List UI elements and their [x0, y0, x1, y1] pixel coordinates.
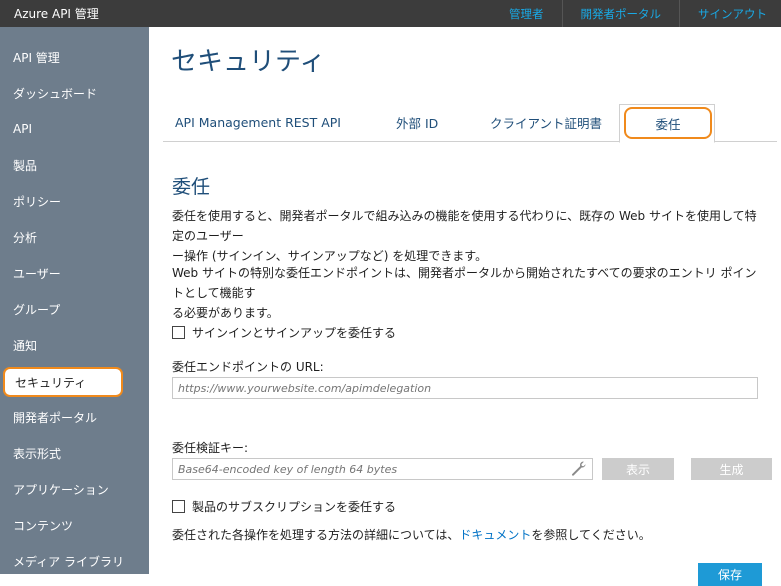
sidebar-item-applications[interactable]: アプリケーション — [0, 471, 149, 507]
main-content: セキュリティ API Management REST API 外部 ID クライ… — [149, 27, 781, 586]
sidebar-item-content[interactable]: コンテンツ — [0, 507, 149, 543]
tab-external-id[interactable]: 外部 ID — [396, 104, 438, 141]
validation-key-input[interactable] — [172, 458, 593, 480]
top-link-divider — [679, 0, 680, 27]
description-1-line-1: 委任を使用すると、開発者ポータルで組み込みの機能を使用する代わりに、既存の We… — [172, 209, 757, 243]
endpoint-url-input[interactable] — [172, 377, 758, 399]
subscription-delegation-row: 製品のサブスクリプションを委任する — [172, 498, 396, 515]
footer-note: 委任された各操作を処理する方法の詳細については、ドキュメントを参照してください。 — [172, 526, 651, 543]
save-button[interactable]: 保存 — [698, 563, 762, 586]
tab-client-certificates[interactable]: クライアント証明書 — [490, 104, 602, 141]
sidebar-item-notifications[interactable]: 通知 — [0, 327, 149, 363]
sidebar-item-api-management[interactable]: API 管理 — [0, 39, 149, 75]
tab-rest-api[interactable]: API Management REST API — [175, 104, 341, 141]
sidebar-item-appearance[interactable]: 表示形式 — [0, 435, 149, 471]
sidebar-item-developer-portal[interactable]: 開発者ポータル — [0, 399, 149, 435]
sidebar-item-groups[interactable]: グループ — [0, 291, 149, 327]
description-2-line-1: Web サイトの特別な委任エンドポイントは、開発者ポータルから開始されたすべての… — [172, 266, 757, 300]
sidebar-item-products[interactable]: 製品 — [0, 147, 149, 183]
documentation-link[interactable]: ドキュメント — [459, 528, 531, 542]
sidebar-item-dashboard[interactable]: ダッシュボード — [0, 75, 149, 111]
page-title: セキュリティ — [171, 47, 326, 77]
sidebar-item-security[interactable]: セキュリティ — [3, 367, 123, 397]
subscription-delegation-checkbox[interactable] — [172, 500, 185, 513]
section-title: 委任 — [172, 176, 211, 198]
top-link-developer-portal[interactable]: 開発者ポータル — [581, 6, 662, 22]
sidebar-item-api[interactable]: API — [0, 111, 149, 147]
signin-delegation-checkbox[interactable] — [172, 326, 185, 339]
signin-delegation-row: サインインとサインアップを委任する — [172, 324, 396, 341]
wrench-icon — [572, 461, 586, 476]
top-link-divider — [561, 0, 563, 27]
subscription-delegation-label: 製品のサブスクリプションを委任する — [192, 500, 397, 514]
endpoint-url-label: 委任エンドポイントの URL: — [172, 360, 324, 374]
sidebar-item-policies[interactable]: ポリシー — [0, 183, 149, 219]
delegation-panel: 委任 委任を使用すると、開発者ポータルで組み込みの機能を使用する代わりに、既存の… — [163, 144, 777, 586]
top-link-admin[interactable]: 管理者 — [509, 6, 544, 22]
app-title: Azure API 管理 — [14, 7, 99, 21]
show-key-button[interactable]: 表示 — [602, 458, 674, 480]
tab-delegation-label: 委任 — [624, 107, 712, 139]
sidebar-item-users[interactable]: ユーザー — [0, 255, 149, 291]
tab-bar: API Management REST API 外部 ID クライアント証明書 … — [163, 104, 777, 143]
tab-delegation[interactable]: 委任 — [619, 104, 715, 143]
description-paragraph-2: Web サイトの特別な委任エンドポイントは、開発者ポータルから開始されたすべての… — [172, 263, 762, 323]
description-2-line-2: る必要があります。 — [172, 306, 279, 320]
top-links: 管理者 開発者ポータル サインアウト — [509, 0, 781, 27]
sidebar: API 管理 ダッシュボード API 製品 ポリシー 分析 ユーザー グループ … — [0, 27, 149, 574]
top-bar: Azure API 管理 管理者 開発者ポータル サインアウト — [0, 0, 781, 27]
generate-key-button[interactable]: 生成 — [691, 458, 772, 480]
sidebar-item-analytics[interactable]: 分析 — [0, 219, 149, 255]
footer-note-suffix: を参照してください。 — [531, 528, 651, 542]
top-link-sign-out[interactable]: サインアウト — [698, 6, 767, 22]
description-paragraph-1: 委任を使用すると、開発者ポータルで組み込みの機能を使用する代わりに、既存の We… — [172, 206, 762, 266]
footer-note-prefix: 委任された各操作を処理する方法の詳細については、 — [172, 528, 460, 542]
signin-delegation-label: サインインとサインアップを委任する — [192, 326, 397, 340]
validation-key-label: 委任検証キー: — [172, 441, 249, 455]
